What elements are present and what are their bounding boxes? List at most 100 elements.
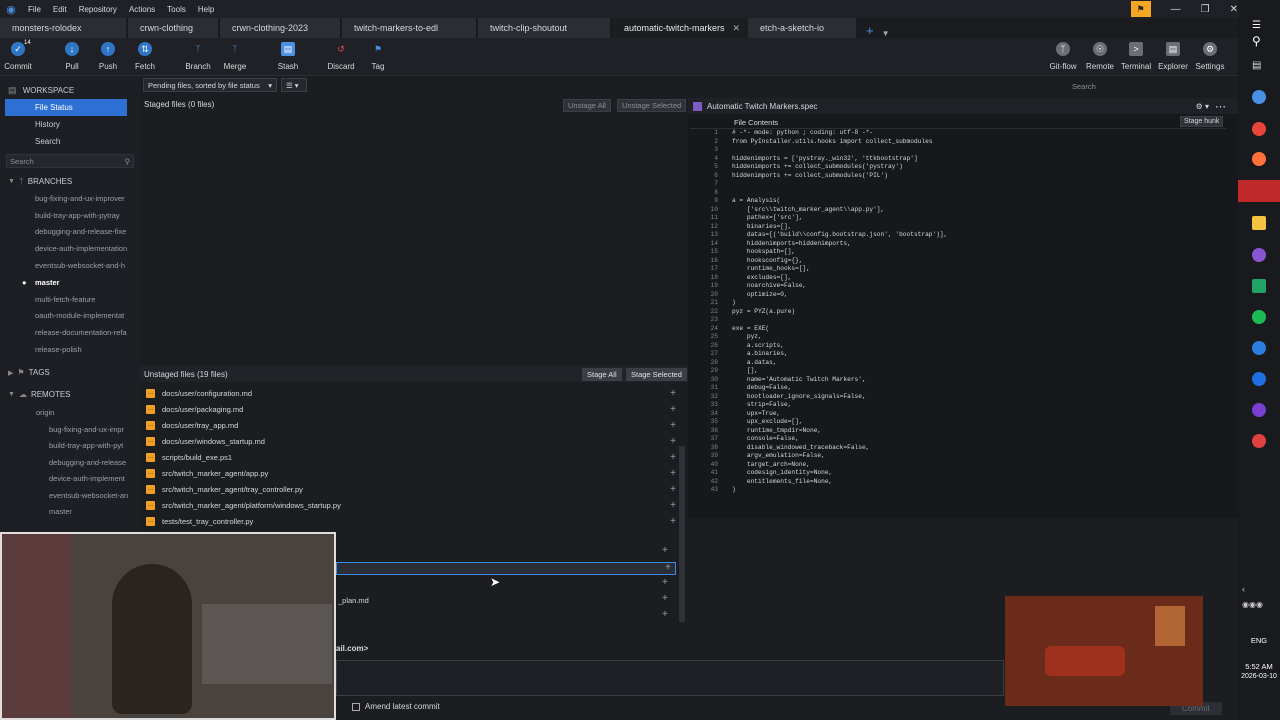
menu-icon[interactable]: ☰ — [1252, 20, 1261, 31]
unstaged-file-row[interactable]: … docs/user/packaging.md + — [146, 401, 676, 417]
tray-expand-icon[interactable]: ‹ — [1242, 584, 1245, 594]
search-icon[interactable]: ⚲ — [1252, 34, 1261, 48]
tags-header[interactable]: ▶ ⚑ TAGS — [0, 364, 140, 382]
stage-file-icon[interactable]: + — [662, 545, 668, 556]
discard-button[interactable]: ↺ Discard — [321, 42, 361, 72]
stage-file-icon[interactable]: + — [670, 388, 676, 399]
view-options-dropdown[interactable]: ☰ ▾ — [281, 78, 307, 92]
unstaged-file-row[interactable]: … tests/test_tray_controller.py + — [146, 513, 676, 529]
stage-file-icon[interactable]: + — [670, 420, 676, 431]
remotes-header[interactable]: ▼ ☁ REMOTES — [0, 386, 140, 404]
close-icon[interactable]: ✕ — [1230, 4, 1238, 15]
sidebar-branch[interactable]: release-documentation-refa — [0, 324, 136, 341]
terminal-button[interactable]: > Terminal — [1116, 42, 1156, 71]
menu-help[interactable]: Help — [192, 5, 220, 14]
stage-file-icon[interactable]: + — [665, 562, 671, 573]
chrome-icon[interactable] — [1252, 122, 1266, 136]
stage-file-icon[interactable]: + — [670, 516, 676, 527]
tab-etch-a-sketch-io[interactable]: etch-a-sketch-io — [748, 18, 856, 38]
remote-branch[interactable]: debugging-and-release — [0, 454, 136, 471]
sidebar-branch[interactable]: device-auth-implementation — [0, 240, 136, 257]
spotify-icon[interactable] — [1252, 310, 1266, 324]
gitflow-button[interactable]: ᛉ Git-flow — [1043, 42, 1083, 71]
branch-button[interactable]: ᛉ Branch — [178, 42, 218, 71]
unstage-all-button[interactable]: Unstage All — [563, 99, 611, 112]
stage-file-icon[interactable]: + — [662, 593, 668, 604]
fetch-button[interactable]: ⇅ Fetch — [125, 42, 165, 71]
excel-icon[interactable] — [1252, 279, 1266, 293]
task-view-icon[interactable]: ▤ — [1252, 60, 1261, 71]
tag-button[interactable]: ⚑ Tag — [358, 42, 398, 72]
settings-button[interactable]: ⚙ Settings — [1190, 42, 1230, 71]
app-icon[interactable] — [1252, 434, 1266, 448]
unstaged-file-row[interactable]: … scripts/build_exe.ps1 + — [146, 449, 676, 465]
tab-twitch-markers-to-edl[interactable]: twitch-markers-to-edl — [342, 18, 476, 38]
active-app-icon[interactable] — [1238, 180, 1280, 202]
toolbar-search-input[interactable]: Search — [1068, 79, 1228, 93]
close-tab-icon[interactable]: ✕ — [733, 23, 741, 34]
sidebar-branch[interactable]: debugging-and-release-fixe — [0, 224, 136, 241]
sidebar-item-history[interactable]: History — [0, 116, 140, 133]
stage-file-icon[interactable]: + — [670, 484, 676, 495]
menu-repository[interactable]: Repository — [73, 5, 123, 14]
unstaged-file-row[interactable]: … src/twitch_marker_agent/app.py + — [146, 465, 676, 481]
minimize-icon[interactable]: — — [1171, 4, 1181, 15]
merge-button[interactable]: ᛉ Merge — [215, 42, 255, 71]
unstaged-file-row[interactable]: … docs/user/tray_app.md + — [146, 417, 676, 433]
stage-file-icon[interactable]: + — [670, 404, 676, 415]
app-icon[interactable] — [1252, 90, 1266, 104]
branches-header[interactable]: ▼ ᛉ BRANCHES — [0, 172, 140, 190]
pull-button[interactable]: ↓ Pull — [52, 42, 92, 71]
push-button[interactable]: ↑ Push — [88, 42, 128, 71]
tab-twitch-clip-shoutout[interactable]: twitch-clip-shoutout — [478, 18, 610, 38]
menu-edit[interactable]: Edit — [47, 5, 73, 14]
sidebar-branch[interactable]: oauth-module-implementat — [0, 308, 136, 325]
commit-message-input[interactable] — [336, 660, 1004, 696]
menu-actions[interactable]: Actions — [123, 5, 161, 14]
clock-date[interactable]: 2026-03-10 — [1238, 673, 1280, 680]
stage-file-icon[interactable]: + — [670, 468, 676, 479]
sidebar-branch[interactable]: multi-fetch-feature — [0, 291, 136, 308]
scrollbar[interactable] — [679, 446, 685, 622]
remote-button[interactable]: ☉ Remote — [1080, 42, 1120, 71]
flag-icon[interactable]: ⚑ — [1130, 1, 1151, 17]
language-indicator[interactable]: ENG — [1238, 636, 1280, 645]
remote-branch[interactable]: bug-fixing-and-ux-impr — [0, 421, 136, 438]
unstaged-file-row[interactable]: … src/twitch_marker_agent/tray_controller… — [146, 481, 676, 497]
tab-monsters-rolodex[interactable]: monsters-rolodex — [0, 18, 126, 38]
new-tab-icon[interactable]: + — [858, 23, 882, 38]
remote-branch[interactable]: device-auth-implement — [0, 470, 136, 487]
remote-origin[interactable]: origin — [0, 404, 136, 421]
sidebar-branch[interactable]: bug-fixing-and-ux-improver — [0, 190, 136, 207]
maximize-icon[interactable]: ❐ — [1201, 4, 1210, 15]
menu-tools[interactable]: Tools — [161, 5, 192, 14]
unstaged-file-row[interactable]: … docs/user/windows_startup.md + — [146, 433, 676, 449]
stage-file-icon[interactable]: + — [670, 436, 676, 447]
stash-button[interactable]: ▤ Stash — [268, 42, 308, 71]
app-icon[interactable] — [1252, 341, 1266, 355]
stage-selected-button[interactable]: Stage Selected — [626, 368, 687, 381]
app-icon[interactable] — [1252, 403, 1266, 417]
unstaged-file-row[interactable]: … docs/user/configuration.md + — [146, 385, 676, 401]
firefox-icon[interactable] — [1252, 152, 1266, 166]
folder-icon[interactable] — [1252, 216, 1266, 230]
menu-file[interactable]: File — [22, 5, 47, 14]
stage-all-button[interactable]: Stage All — [582, 368, 622, 381]
sidebar-branch-current[interactable]: ● master — [0, 274, 136, 291]
stage-file-icon[interactable]: + — [662, 577, 668, 588]
stage-file-icon[interactable]: + — [662, 609, 668, 620]
stage-file-icon[interactable]: + — [670, 452, 676, 463]
sourcetree-icon[interactable] — [1252, 372, 1266, 386]
stage-hunk-button[interactable]: Stage hunk — [1180, 116, 1224, 127]
sidebar-search-input[interactable]: Search ⚲ — [6, 154, 134, 168]
sidebar-item-search[interactable]: Search — [0, 133, 140, 150]
selected-file-row[interactable]: + — [336, 562, 676, 575]
tray-icons[interactable]: ◉◉◉ — [1242, 600, 1263, 609]
commit-button[interactable]: ✓ Commit — [0, 42, 38, 71]
diff-settings-icon[interactable]: ⚙ ▾ — [1196, 102, 1209, 111]
more-options-icon[interactable]: ⋯ — [1215, 100, 1226, 113]
stage-file-icon[interactable]: + — [670, 500, 676, 511]
explorer-button[interactable]: ▤ Explorer — [1153, 42, 1193, 71]
sidebar-branch[interactable]: eventsub-websocket-and-h — [0, 257, 136, 274]
tab-crwn-clothing[interactable]: crwn-clothing — [128, 18, 218, 38]
